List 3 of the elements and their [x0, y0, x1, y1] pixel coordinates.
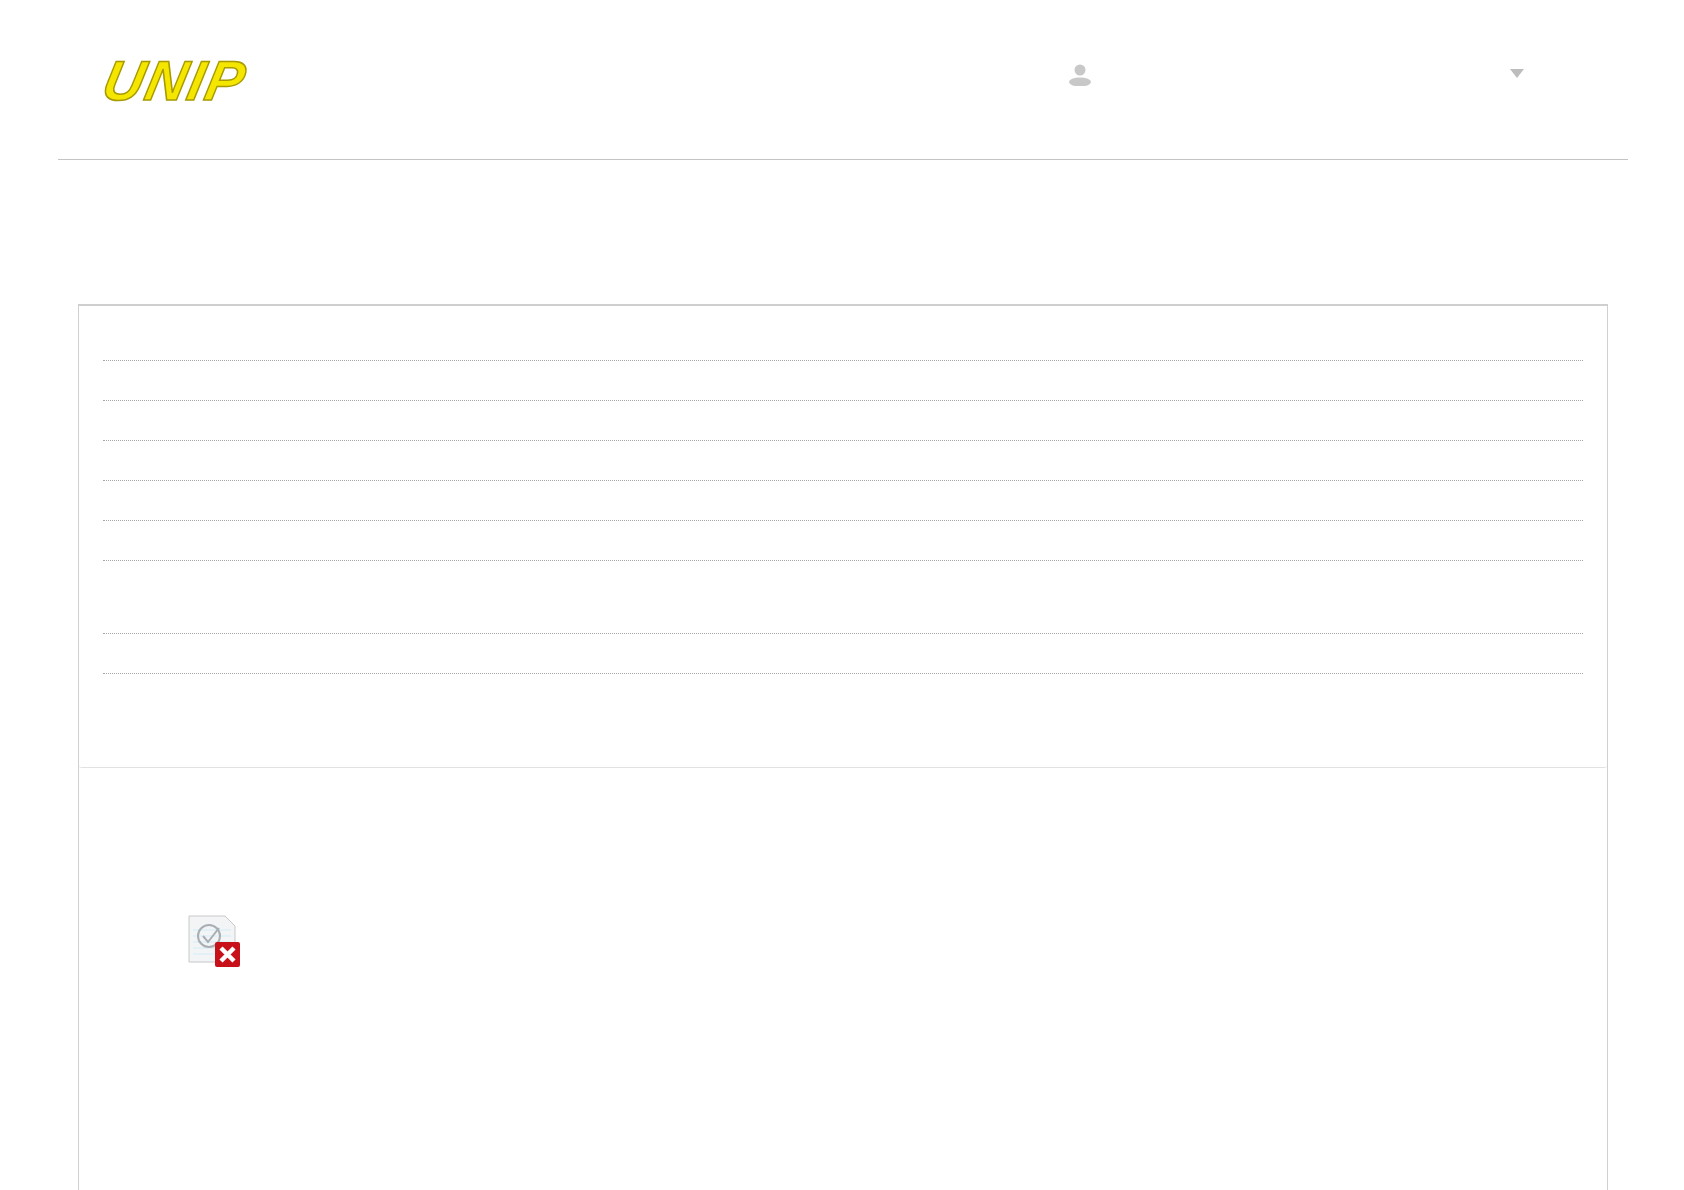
- document-error-icon: [187, 914, 241, 968]
- logo[interactable]: UNIP: [98, 52, 252, 109]
- caret-icon[interactable]: [1510, 69, 1524, 78]
